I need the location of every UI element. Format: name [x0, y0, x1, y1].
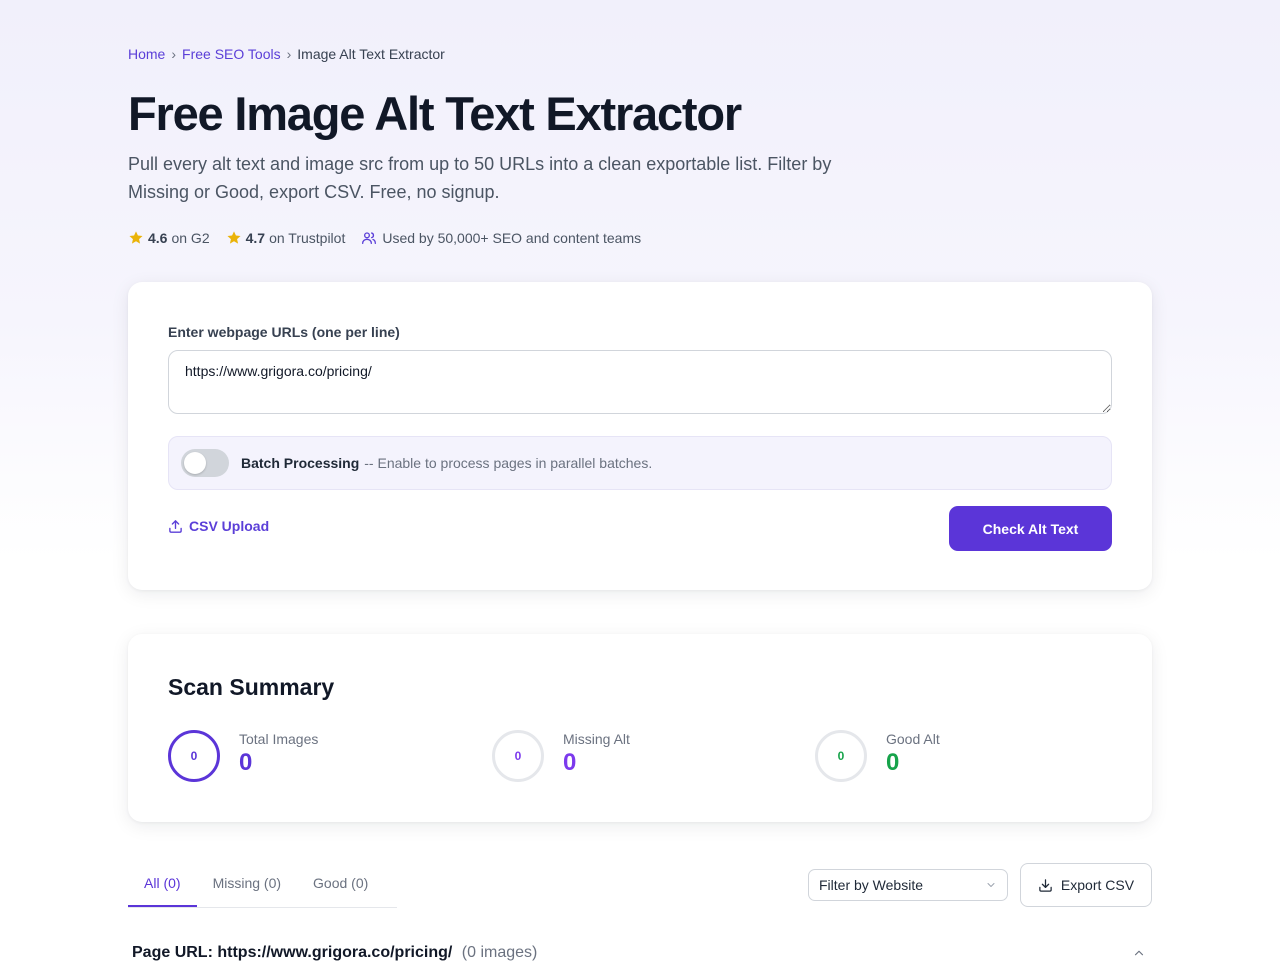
ratings-bar: 4.6 on G2 4.7 on Trustpilot Used by 50,0…: [128, 230, 657, 246]
scan-summary-title: Scan Summary: [168, 674, 335, 700]
check-alt-text-button[interactable]: Check Alt Text: [949, 506, 1112, 551]
page-image-count: (0 images): [461, 944, 538, 961]
social-proof-text: Used by 50,000+ SEO and content teams: [382, 230, 642, 246]
stat-label: Good Alt: [886, 731, 940, 747]
rating-score: 4.7: [245, 230, 266, 246]
total-images-ring: 0: [168, 730, 220, 782]
download-icon: [1038, 878, 1053, 893]
url-input[interactable]: https://www.grigora.co/pricing/: [168, 350, 1112, 414]
star-icon: [128, 230, 144, 246]
page-url-label: Page URL:: [132, 944, 213, 961]
csv-upload-button[interactable]: CSV Upload: [168, 518, 269, 534]
breadcrumb-separator: ›: [286, 46, 292, 62]
breadcrumb-seo-tools-link[interactable]: Free SEO Tools: [182, 46, 281, 62]
chevron-down-icon: [985, 879, 997, 891]
url-input-card: Enter webpage URLs (one per line) https:…: [128, 282, 1152, 590]
tab-good[interactable]: Good (0): [297, 862, 384, 907]
results-tabs: All (0) Missing (0) Good (0): [128, 862, 397, 908]
rating-source: on G2: [171, 230, 210, 246]
batch-processing-title: Batch Processing: [241, 455, 360, 471]
stat-label: Missing Alt: [563, 731, 630, 747]
breadcrumb-separator: ›: [171, 46, 177, 62]
tab-missing[interactable]: Missing (0): [197, 862, 297, 907]
stat-label: Total Images: [239, 731, 319, 747]
rating-trustpilot: 4.7 on Trustpilot: [226, 230, 346, 246]
page-subtitle: Pull every alt text and image src from u…: [128, 154, 832, 202]
filter-by-website-select[interactable]: Filter by Website: [808, 869, 1008, 901]
stat-missing-alt: 0 Missing Alt 0: [492, 730, 630, 782]
breadcrumb-current: Image Alt Text Extractor: [297, 46, 445, 62]
rating-source: on Trustpilot: [269, 230, 346, 246]
page-url-value: https://www.grigora.co/pricing/: [217, 944, 453, 961]
breadcrumb: Home › Free SEO Tools › Image Alt Text E…: [128, 46, 445, 62]
filter-select-value: Filter by Website: [819, 877, 923, 893]
toggle-knob: [184, 452, 206, 474]
stat-total-images: 0 Total Images 0: [168, 730, 318, 782]
batch-processing-panel: Batch Processing -- Enable to process pa…: [168, 436, 1112, 490]
page-result-row[interactable]: Page URL: https://www.grigora.co/pricing…: [132, 944, 1152, 962]
stat-value: 0: [239, 749, 253, 776]
social-proof: Used by 50,000+ SEO and content teams: [361, 230, 641, 246]
rating-score: 4.6: [148, 230, 168, 246]
users-icon: [361, 230, 377, 246]
export-csv-button[interactable]: Export CSV: [1020, 863, 1152, 907]
rating-g2: 4.6 on G2: [128, 230, 210, 246]
batch-processing-description: -- Enable to process pages in parallel b…: [364, 455, 653, 471]
stat-good-alt: 0 Good Alt 0: [815, 730, 940, 782]
stat-value: 0: [563, 749, 577, 776]
scan-summary-card: Scan Summary 0 Total Images 0 0 Missing …: [128, 634, 1152, 822]
missing-alt-ring: 0: [492, 730, 544, 782]
url-input-label: Enter webpage URLs (one per line): [168, 324, 400, 340]
upload-icon: [168, 519, 183, 534]
batch-processing-toggle[interactable]: [181, 449, 229, 477]
page-title: Free Image Alt Text Extractor: [128, 87, 742, 140]
tab-all[interactable]: All (0): [128, 862, 197, 907]
chevron-up-icon[interactable]: [1132, 946, 1146, 960]
export-csv-label: Export CSV: [1060, 877, 1135, 893]
csv-upload-label: CSV Upload: [189, 518, 270, 534]
breadcrumb-home-link[interactable]: Home: [128, 46, 165, 62]
good-alt-ring: 0: [815, 730, 867, 782]
stat-value: 0: [886, 749, 900, 776]
star-icon: [226, 230, 242, 246]
